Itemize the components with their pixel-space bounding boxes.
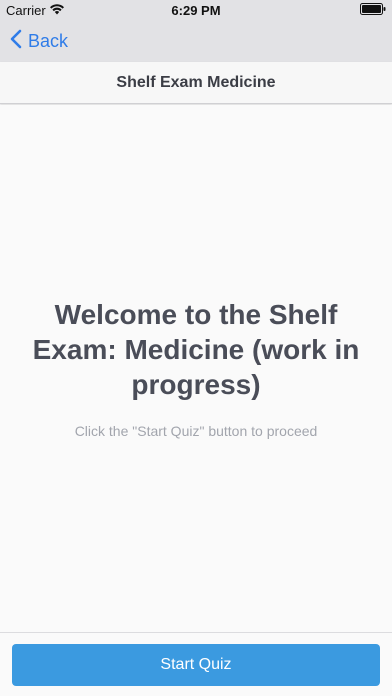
back-label: Back xyxy=(28,30,69,51)
title-bar: Shelf Exam Medicine xyxy=(0,62,392,104)
start-quiz-label: Start Quiz xyxy=(160,656,232,673)
instruction-text: Click the "Start Quiz" button to proceed xyxy=(74,423,318,439)
main-content: Welcome to the Shelf Exam: Medicine (wor… xyxy=(0,105,392,632)
page-title: Shelf Exam Medicine xyxy=(116,73,276,91)
battery-icon xyxy=(360,3,386,18)
start-quiz-button[interactable]: Start Quiz xyxy=(12,644,380,686)
footer: Start Quiz xyxy=(0,632,392,696)
status-time: 6:29 PM xyxy=(171,3,221,18)
welcome-heading: Welcome to the Shelf Exam: Medicine (wor… xyxy=(32,299,360,400)
status-bar: Carrier 6:29 PM xyxy=(0,0,392,20)
status-right xyxy=(360,3,386,18)
nav-bar: Back xyxy=(0,20,392,62)
chevron-left-icon xyxy=(10,29,22,54)
back-button[interactable]: Back xyxy=(10,28,68,54)
